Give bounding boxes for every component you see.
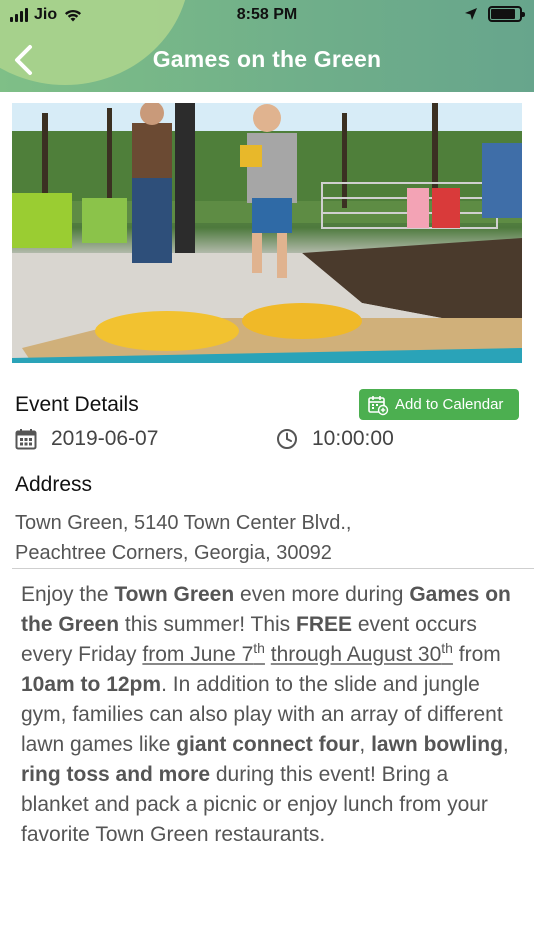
desc-bold: Town Green bbox=[114, 583, 235, 606]
location-arrow-icon bbox=[465, 8, 477, 20]
event-description: Enjoy the Town Green even more during Ga… bbox=[21, 580, 517, 850]
desc-text: from bbox=[452, 643, 501, 666]
address-text: Town Green, 5140 Town Center Blvd., Peac… bbox=[15, 508, 351, 568]
desc-text: , bbox=[359, 733, 372, 756]
desc-bold: giant connect four bbox=[176, 733, 360, 756]
desc-bold: 10am to 12pm bbox=[21, 673, 162, 696]
page-title: Games on the Green bbox=[152, 46, 382, 72]
desc-text: Enjoy the bbox=[21, 583, 115, 606]
desc-sup: th bbox=[441, 640, 453, 656]
status-time: 8:58 PM bbox=[236, 6, 298, 23]
desc-date-range-end: through August 30th bbox=[270, 640, 453, 666]
clock-icon bbox=[277, 429, 297, 449]
status-bar: Jio 8:58 PM bbox=[0, 0, 534, 32]
event-time: 10:00:00 bbox=[276, 427, 394, 451]
nav-bar: Games on the Green bbox=[0, 32, 534, 90]
app-header: Jio 8:58 PM Games on the Green bbox=[0, 0, 534, 92]
address-line-2: Peachtree Corners, Georgia, 30092 bbox=[15, 542, 332, 564]
desc-bold: ring toss and more bbox=[21, 763, 211, 786]
desc-date-range-start: from June 7th bbox=[142, 640, 265, 666]
event-time-value: 10:00:00 bbox=[312, 427, 394, 450]
divider bbox=[12, 568, 534, 569]
desc-text: , bbox=[502, 733, 509, 756]
desc-text: this summer! This bbox=[119, 613, 297, 636]
desc-text: even more during bbox=[234, 583, 410, 606]
address-line-1: Town Green, 5140 Town Center Blvd., bbox=[15, 512, 352, 534]
desc-sup: th bbox=[253, 640, 265, 656]
calendar-icon bbox=[15, 429, 37, 450]
desc-underline: from June 7 bbox=[142, 643, 254, 666]
add-to-calendar-label: Add to Calendar bbox=[395, 396, 504, 413]
add-to-calendar-button[interactable]: Add to Calendar bbox=[359, 389, 519, 420]
event-photo bbox=[12, 103, 522, 363]
event-date: 2019-06-07 bbox=[15, 427, 158, 451]
battery-icon bbox=[488, 6, 525, 22]
desc-bold: FREE bbox=[296, 613, 353, 636]
event-date-value: 2019-06-07 bbox=[51, 427, 159, 450]
desc-bold: lawn bowling bbox=[371, 733, 503, 756]
calendar-add-icon bbox=[368, 395, 389, 415]
address-heading: Address bbox=[15, 473, 93, 496]
event-details-heading: Event Details bbox=[15, 393, 139, 416]
desc-underline: through August 30 bbox=[270, 643, 442, 666]
